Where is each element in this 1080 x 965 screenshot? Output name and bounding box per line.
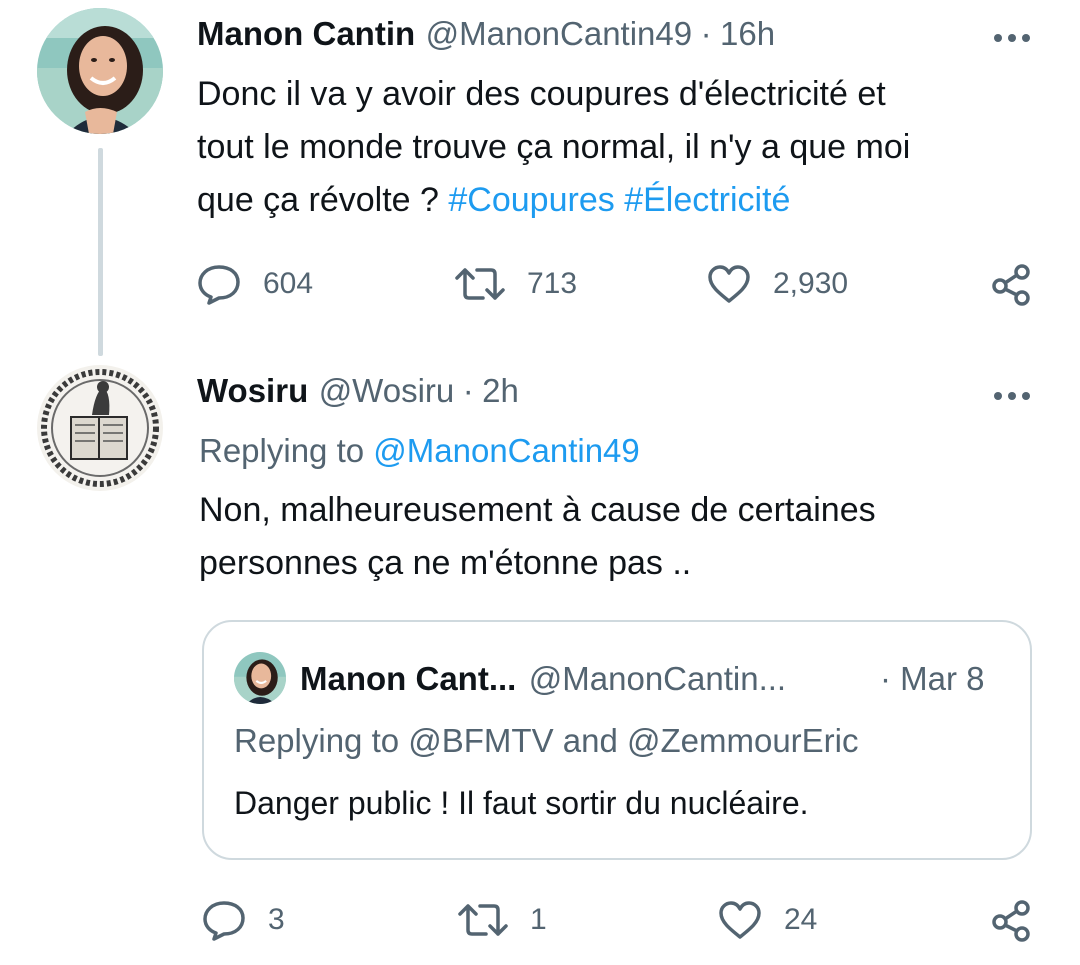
tweet-text-line: tout le monde trouve ça normal, il n'y a…: [197, 128, 911, 166]
reply-text-line: Non, malheureusement à cause de certaine…: [199, 491, 876, 529]
replying-to: Replying to @ManonCantin49: [199, 432, 640, 470]
reply-count: 3: [268, 903, 285, 936]
author-name[interactable]: Manon Cantin: [197, 15, 415, 52]
separator: ·: [462, 372, 474, 409]
hashtag-coupures[interactable]: #Coupures: [448, 181, 614, 219]
avatar-wosiru[interactable]: [37, 365, 163, 491]
tweet-header: Manon Cantin @ManonCantin49 · 16h: [197, 15, 775, 53]
retweet-icon: [455, 264, 505, 304]
more-icon[interactable]: [990, 378, 1034, 408]
share-icon[interactable]: [990, 262, 1034, 306]
like-button[interactable]: 24: [718, 898, 817, 942]
tweet-text-line: Donc il va y avoir des coupures d'électr…: [197, 75, 886, 113]
timestamp[interactable]: 16h: [720, 15, 775, 52]
reply-button[interactable]: 3: [202, 898, 285, 942]
like-count: 24: [784, 903, 818, 936]
quoted-tweet[interactable]: Manon Cant... @ManonCantin... · Mar 8 Re…: [202, 620, 1032, 860]
avatar-manon[interactable]: [37, 8, 163, 134]
quoted-date: · Mar 8: [880, 660, 985, 697]
share-icon[interactable]: [990, 898, 1034, 942]
hashtag-electricite[interactable]: #Électricité: [624, 181, 790, 219]
mention-manoncantin49[interactable]: @ManonCantin49: [373, 432, 640, 469]
author-name[interactable]: Wosiru: [197, 372, 308, 409]
reply-text: Non, malheureusement à cause de certaine…: [199, 484, 1039, 590]
tweet-text: Donc il va y avoir des coupures d'électr…: [197, 68, 1037, 227]
timestamp[interactable]: 2h: [482, 372, 519, 409]
quoted-handle: @ManonCantin...: [528, 660, 787, 697]
like-icon: [718, 900, 762, 940]
retweet-count: 1: [530, 903, 547, 936]
quoted-avatar: [234, 652, 286, 704]
reply-count: 604: [263, 267, 314, 300]
like-button[interactable]: 2,930: [707, 262, 848, 306]
more-icon[interactable]: [990, 20, 1034, 50]
quoted-text: Danger public ! Il faut sortir du nucléa…: [234, 785, 809, 821]
reply-text-line: personnes ça ne m'étonne pas ..: [199, 544, 692, 582]
quoted-replying-handles: @BFMTV and @ZemmourEric: [408, 722, 859, 759]
quoted-replying-to: Replying to @BFMTV and @ZemmourEric: [234, 722, 859, 760]
retweet-icon: [458, 900, 508, 940]
author-handle[interactable]: @Wosiru: [319, 372, 455, 409]
author-handle[interactable]: @ManonCantin49: [426, 15, 693, 52]
quoted-replying-prefix: Replying to: [234, 722, 409, 759]
reply-header: Wosiru @Wosiru · 2h: [197, 372, 519, 410]
retweet-button[interactable]: 1: [458, 898, 547, 942]
retweet-button[interactable]: 713: [455, 262, 577, 306]
quoted-header: Manon Cant... @ManonCantin...: [300, 660, 786, 698]
tweet-text-plain: que ça révolte ?: [197, 181, 449, 219]
reply-icon: [202, 899, 246, 941]
tweet-text-line: que ça révolte ? #Coupures #Électricité: [197, 174, 1037, 227]
reply-button[interactable]: 604: [197, 262, 313, 306]
quoted-author-name: Manon Cant...: [300, 660, 517, 697]
replying-prefix: Replying to: [199, 432, 374, 469]
retweet-count: 713: [527, 267, 578, 300]
reply-icon: [197, 263, 241, 305]
like-icon: [707, 264, 751, 304]
separator: ·: [700, 15, 712, 52]
thread-line: [98, 148, 103, 356]
like-count: 2,930: [773, 267, 849, 300]
